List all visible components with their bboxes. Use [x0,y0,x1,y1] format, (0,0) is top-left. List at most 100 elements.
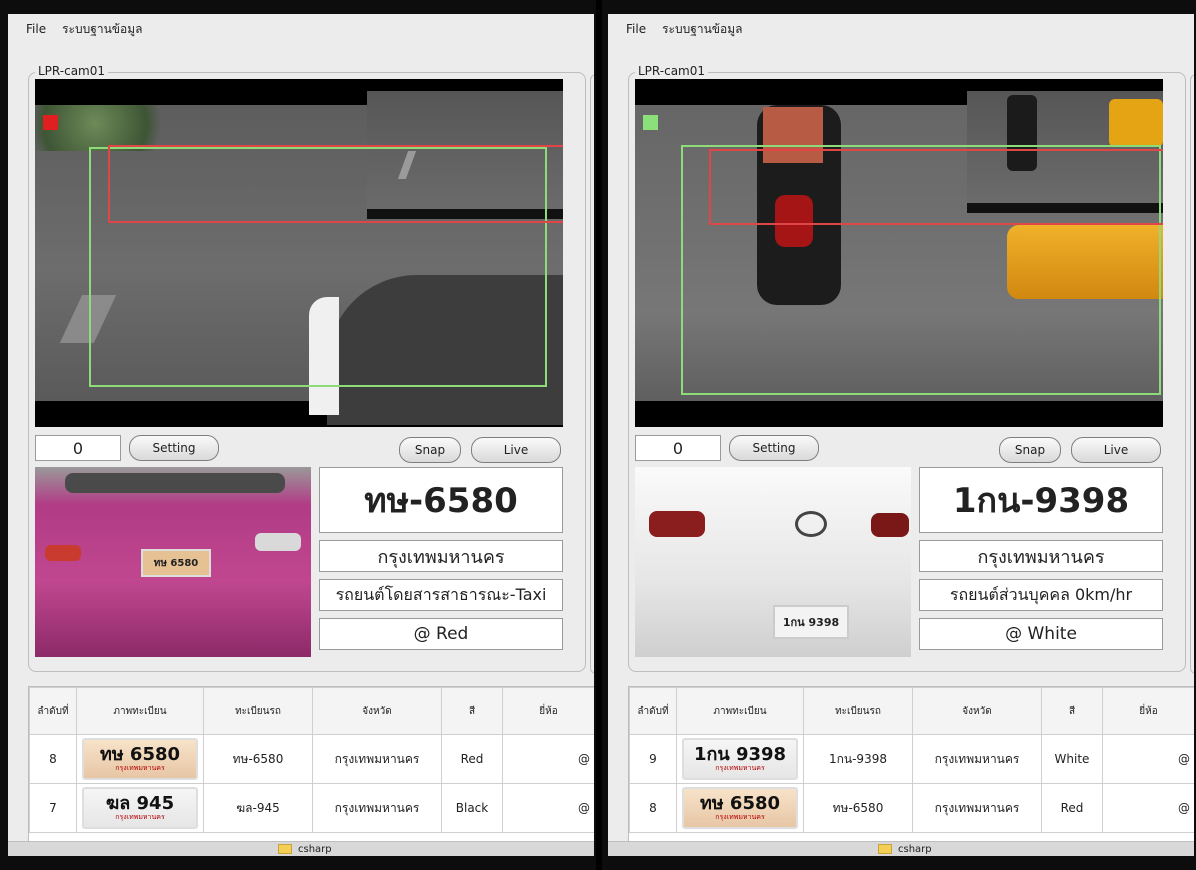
vehicle-type-display: รถยนต์ส่วนบุคคล 0km/hr [919,579,1163,611]
province-display: กรุงเทพมหานคร [319,540,563,572]
vehicle-type-display: รถยนต์โดยสารสาธารณะ-Taxi [319,579,563,611]
taskbar-strip: csharp [8,841,594,856]
cell-color: Red [441,734,503,784]
live-video [35,79,563,427]
taskbar-item[interactable]: csharp [298,844,332,855]
table-row[interactable]: 8 ทษ 6580 กรุงเทพมหานคร ทษ-6580 กรุงเทพม… [629,783,1194,833]
thumb-plate-text: ฆล 945 [105,793,175,814]
cell-plate: ฆล-945 [203,783,313,833]
col-header-brand[interactable]: ยี่ห้อ [502,687,594,735]
photo-plate: 1กน 9398 [773,605,849,639]
col-header-no[interactable]: ลำดับที่ [29,687,77,735]
cell-image: ฆล 945 กรุงเทพมหานคร [76,783,204,833]
folder-icon [278,844,292,854]
cell-no: 8 [629,783,677,833]
panel-divider [596,0,602,870]
province-display: กรุงเทพมหานคร [919,540,1163,572]
col-header-color[interactable]: สี [1041,687,1103,735]
plate-thumbnail: ฆล 945 กรุงเทพมหานคร [82,787,198,829]
thumb-plate-text: ทษ 6580 [699,793,781,814]
thumb-plate-province: กรุงเทพมหานคร [715,813,765,821]
camera-groupbox: LPR-cam01 0 Setting Snap Live [628,64,1186,672]
cell-brand: @ [502,734,594,784]
col-header-image[interactable]: ภาพทะเบียน [676,687,804,735]
col-header-plate[interactable]: ทะเบียนรถ [803,687,913,735]
camera-title: LPR-cam01 [35,64,109,78]
thumb-plate-text: 1กน 9398 [693,744,787,765]
adjacent-groupbox-edge [1190,74,1194,674]
thumb-plate-province: กรุงเทพมหานคร [715,764,765,772]
menu-database[interactable]: ระบบฐานข้อมูล [662,20,742,39]
vehicle-rear-photo: ทษ 6580 [35,467,311,657]
setting-button[interactable]: Setting [729,435,819,461]
cell-province: กรุงเทพมหานคร [912,783,1042,833]
plate-thumbnail: 1กน 9398 กรุงเทพมหานคร [682,738,798,780]
col-header-color[interactable]: สี [441,687,503,735]
history-table[interactable]: ลำดับที่ ภาพทะเบียน ทะเบียนรถ จังหวัด สี… [28,686,594,848]
col-header-brand[interactable]: ยี่ห้อ [1102,687,1194,735]
taskbar-strip: csharp [608,841,1194,856]
adjacent-groupbox-edge [590,74,594,674]
cell-province: กรุงเทพมหานคร [312,734,442,784]
plate-thumbnail: ทษ 6580 กรุงเทพมหานคร [82,738,198,780]
roi-red-frame [709,149,1163,225]
plate-thumbnail: ทษ 6580 กรุงเทพมหานคร [682,787,798,829]
thumb-plate-province: กรุงเทพมหานคร [115,813,165,821]
col-header-no[interactable]: ลำดับที่ [629,687,677,735]
live-video [635,79,1163,427]
table-row[interactable]: 7 ฆล 945 กรุงเทพมหานคร ฆล-945 กรุงเทพมหา… [29,783,594,833]
vehicle-rear-photo: 1กน 9398 [635,467,911,657]
plate-number-display: 1กน-9398 [919,467,1163,533]
snap-button[interactable]: Snap [999,437,1061,463]
cell-no: 7 [29,783,77,833]
taskbar-item[interactable]: csharp [898,844,932,855]
menu-file[interactable]: File [626,22,646,36]
col-header-image[interactable]: ภาพทะเบียน [76,687,204,735]
lpr-window-right: File ระบบฐานข้อมูล LPR-cam01 0 Setting S [608,14,1194,856]
live-button[interactable]: Live [1071,437,1161,463]
lpr-window-left: File ระบบฐานข้อมูล LPR-cam01 0 Setting S… [8,14,594,856]
table-row[interactable]: 9 1กน 9398 กรุงเทพมหานคร 1กน-9398 กรุงเท… [629,734,1194,784]
setting-button[interactable]: Setting [129,435,219,461]
cell-image: ทษ 6580 กรุงเทพมหานคร [676,783,804,833]
cell-color: Red [1041,783,1103,833]
status-indicator [643,115,658,130]
status-indicator [43,115,58,130]
cell-brand: @ [1102,783,1194,833]
cell-plate: ทษ-6580 [203,734,313,784]
cell-color: White [1041,734,1103,784]
cell-no: 9 [629,734,677,784]
menu-database[interactable]: ระบบฐานข้อมูล [62,20,142,39]
cell-image: 1กน 9398 กรุงเทพมหานคร [676,734,804,784]
plate-number-display: ทษ-6580 [319,467,563,533]
camera-title: LPR-cam01 [635,64,709,78]
cell-plate: 1กน-9398 [803,734,913,784]
menu-bar: File ระบบฐานข้อมูล [8,14,594,44]
table-header-row: ลำดับที่ ภาพทะเบียน ทะเบียนรถ จังหวัด สี… [29,687,594,735]
thumb-plate-text: ทษ 6580 [99,744,181,765]
camera-groupbox: LPR-cam01 0 Setting Snap Live [28,64,586,672]
photo-plate: ทษ 6580 [141,549,211,577]
cell-province: กรุงเทพมหานคร [312,783,442,833]
cell-no: 8 [29,734,77,784]
cell-image: ทษ 6580 กรุงเทพมหานคร [76,734,204,784]
history-table[interactable]: ลำดับที่ ภาพทะเบียน ทะเบียนรถ จังหวัด สี… [628,686,1194,848]
vehicle-color-display: @ Red [319,618,563,650]
vehicle-counter: 0 [35,435,121,461]
folder-icon [878,844,892,854]
live-button[interactable]: Live [471,437,561,463]
cell-brand: @ [1102,734,1194,784]
snap-button[interactable]: Snap [399,437,461,463]
cell-brand: @ [502,783,594,833]
cell-province: กรุงเทพมหานคร [912,734,1042,784]
menu-bar: File ระบบฐานข้อมูล [608,14,1194,44]
table-header-row: ลำดับที่ ภาพทะเบียน ทะเบียนรถ จังหวัด สี… [629,687,1194,735]
vehicle-color-display: @ White [919,618,1163,650]
col-header-plate[interactable]: ทะเบียนรถ [203,687,313,735]
menu-file[interactable]: File [26,22,46,36]
roi-red-frame [108,145,563,223]
col-header-province[interactable]: จังหวัด [312,687,442,735]
table-row[interactable]: 8 ทษ 6580 กรุงเทพมหานคร ทษ-6580 กรุงเทพม… [29,734,594,784]
cell-color: Black [441,783,503,833]
col-header-province[interactable]: จังหวัด [912,687,1042,735]
